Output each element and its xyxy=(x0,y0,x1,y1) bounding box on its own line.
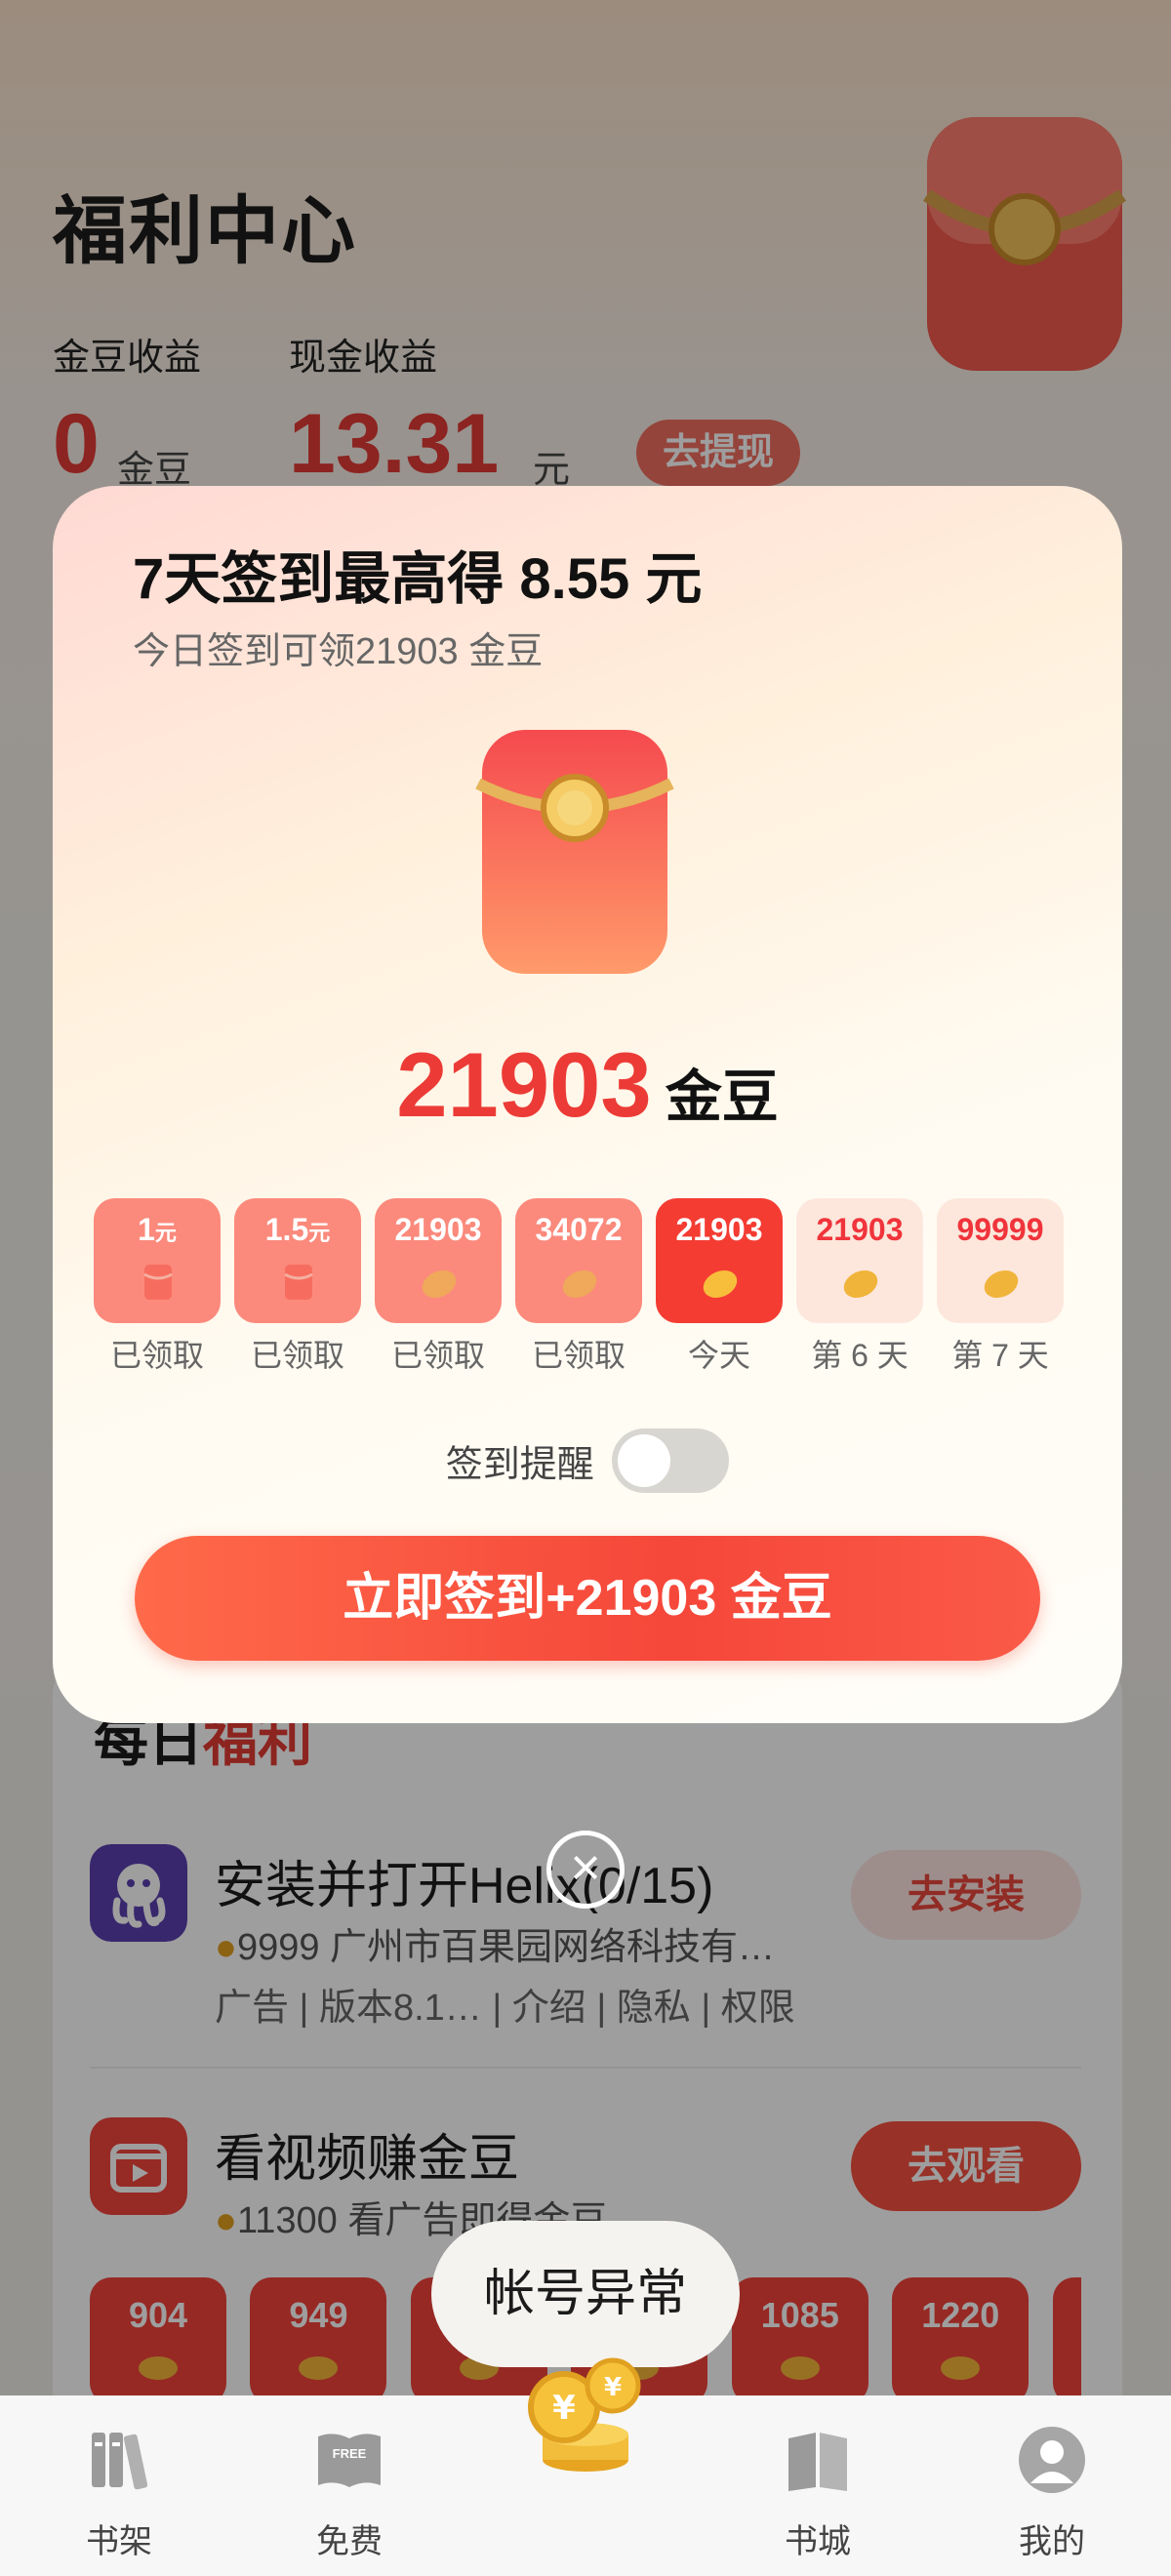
day-1: 1元 已领取 xyxy=(94,1198,221,1376)
red-envelope-icon xyxy=(143,1265,173,1300)
toast-message: 帐号异常 xyxy=(431,2221,740,2367)
book-store-icon xyxy=(788,2433,847,2491)
reward-amount-value: 21903 xyxy=(396,1033,652,1136)
reminder-label: 签到提醒 xyxy=(445,1444,594,1486)
signin-button[interactable]: 立即签到+21903 金豆 xyxy=(135,1536,1040,1661)
nav-free[interactable]: FREE 免费 xyxy=(252,2395,447,2576)
day-3: 21903 已领取 xyxy=(375,1198,502,1376)
seven-day-calendar: 1元 已领取 1.5元 已领取 21903 已领取 34072 已领取 2190… xyxy=(94,1198,1081,1384)
nav-bookshelf[interactable]: 书架 xyxy=(21,2395,217,2576)
signin-dialog: 7天签到最高得 8.55 元 今日签到可领21903 金豆 21903 金豆 1元… xyxy=(53,486,1122,1723)
bottom-navigation: 书架 FREE 免费 ¥ ¥ 书城 我的 xyxy=(0,2357,1171,2576)
dialog-title: 7天签到最高得 8.55 元 xyxy=(133,547,703,611)
toggle-knob xyxy=(618,1434,671,1487)
profile-icon xyxy=(1019,2427,1085,2493)
dialog-subtitle: 今日签到可领21903 金豆 xyxy=(133,631,544,672)
gold-bean-icon xyxy=(422,1269,457,1299)
free-book-icon: FREE xyxy=(318,2434,381,2487)
day-7: 99999 第 7 天 xyxy=(937,1198,1064,1376)
red-envelope-icon xyxy=(475,730,674,974)
nav-bookstore[interactable]: 书城 xyxy=(720,2395,915,2576)
day-4: 34072 已领取 xyxy=(515,1198,642,1376)
day-6: 21903 第 6 天 xyxy=(796,1198,923,1376)
gold-bean-icon xyxy=(984,1269,1019,1299)
gold-coins-icon[interactable]: ¥ ¥ xyxy=(507,2351,664,2477)
gold-bean-icon xyxy=(703,1269,738,1299)
gold-bean-icon xyxy=(562,1269,597,1299)
red-envelope-icon xyxy=(284,1265,313,1300)
reward-amount-unit: 金豆 xyxy=(665,1066,779,1129)
svg-text:¥: ¥ xyxy=(604,2373,622,2402)
reminder-toggle[interactable] xyxy=(612,1429,730,1493)
svg-text:FREE: FREE xyxy=(333,2446,367,2461)
reward-amount: 21903 金豆 xyxy=(53,1032,1122,1138)
svg-text:¥: ¥ xyxy=(552,2389,576,2428)
day-today[interactable]: 21903 今天 xyxy=(656,1198,783,1376)
nav-profile[interactable]: 我的 xyxy=(954,2395,1150,2576)
close-icon[interactable]: × xyxy=(546,1831,625,1909)
signin-reminder: 签到提醒 xyxy=(53,1429,1122,1493)
bookshelf-icon xyxy=(92,2433,148,2490)
gold-bean-icon xyxy=(843,1269,878,1299)
day-2: 1.5元 已领取 xyxy=(234,1198,361,1376)
